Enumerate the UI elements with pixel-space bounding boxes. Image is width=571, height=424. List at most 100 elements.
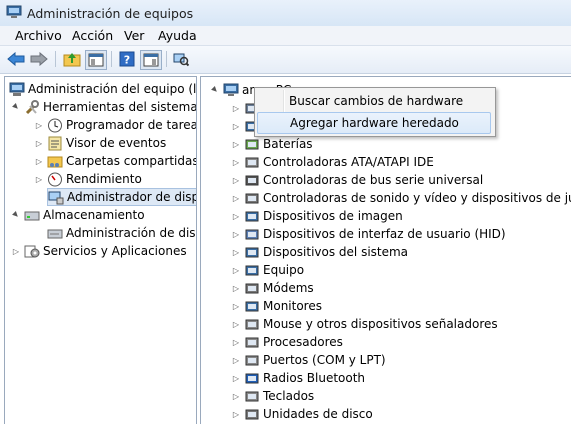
device-manager-icon (48, 191, 64, 204)
device-category-label: Controladoras de sonido y vídeo y dispos… (263, 191, 571, 205)
menu-item-add-legacy-hardware[interactable]: Agregar hardware heredado (257, 112, 491, 134)
device-category-row[interactable]: ▷ Módems (231, 279, 314, 297)
expand-triangle-icon[interactable]: ▷ (231, 410, 241, 419)
device-category-row[interactable]: ▷ Controladoras de sonido y vídeo y dispo… (231, 189, 571, 207)
tree-item-computer-management[interactable]: Administración del equipo (loc (9, 80, 196, 98)
device-category-row[interactable]: ▷ Controladoras ATA/ATAPI IDE (231, 153, 434, 171)
keyboard-icon (245, 391, 259, 401)
menu-archivo[interactable]: Archivo (15, 28, 62, 43)
device-category-row[interactable]: ▷ Unidades de disco (231, 405, 373, 423)
tree-item-shared-folders[interactable]: ▷ Carpetas compartidas (34, 152, 196, 170)
tree-item-label: Administración de disco (66, 226, 197, 240)
tree-item-performance[interactable]: ▷ Rendimiento (34, 170, 142, 188)
tree-item-task-scheduler[interactable]: ▷ Programador de tareas (34, 116, 197, 134)
mouse-icon (245, 319, 259, 329)
expand-triangle-icon[interactable]: ▷ (34, 121, 44, 130)
up-folder-button[interactable] (62, 50, 82, 68)
expand-triangle-icon[interactable]: ▷ (231, 122, 241, 131)
device-category-row[interactable]: ▷ Controladoras de bus serie universal (231, 171, 483, 189)
device-category-row[interactable]: ▷ Mouse y otros dispositivos señaladores (231, 315, 498, 333)
modem-icon (245, 283, 259, 293)
expand-triangle-icon[interactable]: ▷ (231, 338, 241, 347)
tree-item-label: Almacenamiento (43, 208, 145, 222)
collapse-triangle-icon[interactable]: ▲ (209, 84, 222, 97)
expand-triangle-icon[interactable]: ▷ (231, 266, 241, 275)
expand-triangle-icon[interactable]: ▷ (231, 320, 241, 329)
device-category-row[interactable]: ▷ Dispositivos de imagen (231, 207, 403, 225)
tree-item-device-manager[interactable]: Administrador de dispo (47, 188, 197, 206)
expand-triangle-icon[interactable]: ▷ (231, 248, 241, 257)
menu-ver[interactable]: Ver (124, 28, 144, 43)
expand-triangle-icon[interactable]: ▷ (231, 284, 241, 293)
computer-management-icon (6, 5, 22, 18)
tree-item-disk-management[interactable]: Administración de disco (47, 224, 197, 242)
expand-triangle-icon[interactable]: ▷ (34, 157, 44, 166)
expand-triangle-icon[interactable]: ▷ (231, 140, 241, 149)
device-category-row[interactable]: ▷ Procesadores (231, 333, 343, 351)
menu-accion[interactable]: Acción (72, 28, 113, 43)
tree-item-services-applications[interactable]: ▷ Servicios y Aplicaciones (11, 242, 187, 260)
device-category-row[interactable]: ▷ Teclados (231, 387, 314, 405)
device-category-row[interactable]: ▷ Dispositivos del sistema (231, 243, 408, 261)
shared-folder-icon (47, 156, 63, 167)
expand-triangle-icon[interactable]: ▷ (34, 175, 44, 184)
expand-triangle-icon[interactable]: ▷ (231, 374, 241, 383)
menu-ayuda[interactable]: Ayuda (158, 28, 197, 43)
show-hide-console-tree-button[interactable] (85, 50, 107, 70)
expand-triangle-icon[interactable]: ▷ (11, 247, 21, 256)
device-category-label: Controladoras de bus serie universal (263, 173, 484, 187)
computer-icon (223, 83, 239, 96)
collapse-triangle-icon[interactable]: ▲ (10, 101, 23, 114)
tree-item-label: Administrador de dispo (67, 190, 197, 204)
system-devices-icon (245, 247, 259, 257)
tree-item-label: Programador de tareas (66, 118, 197, 132)
event-viewer-icon (48, 136, 62, 150)
expand-triangle-icon[interactable]: ▷ (231, 356, 241, 365)
device-category-label: Módems (263, 281, 314, 295)
device-category-row[interactable]: ▷ Radios Bluetooth (231, 369, 365, 387)
tree-item-label: Servicios y Aplicaciones (43, 244, 187, 258)
device-category-row[interactable]: ▷ Baterías (231, 135, 313, 153)
computer-management-icon (9, 82, 25, 96)
device-category-row[interactable]: ▷ Monitores (231, 297, 322, 315)
back-button[interactable] (6, 50, 26, 68)
device-category-label: Mouse y otros dispositivos señaladores (263, 317, 498, 331)
context-menu: Buscar cambios de hardware Agregar hardw… (254, 87, 496, 137)
tree-item-event-viewer[interactable]: ▷ Visor de eventos (34, 134, 166, 152)
help-icon: ? (119, 51, 135, 67)
tree-item-label: Rendimiento (66, 172, 142, 186)
title-bar: Administración de equipos (0, 0, 571, 27)
expand-triangle-icon[interactable]: ▷ (231, 158, 241, 167)
menu-item-label: Buscar cambios de hardware (289, 94, 464, 108)
sound-icon (245, 193, 259, 203)
device-category-row[interactable]: ▷ Puertos (COM y LPT) (231, 351, 386, 369)
expand-triangle-icon[interactable]: ▷ (231, 194, 241, 203)
tree-item-storage[interactable]: ▲ Almacenamiento (10, 206, 145, 224)
device-category-label: Radios Bluetooth (263, 371, 366, 385)
computer-icon (245, 265, 259, 275)
tree-item-label: Visor de eventos (66, 136, 167, 150)
expand-triangle-icon[interactable]: ▷ (231, 392, 241, 401)
help-button[interactable]: ? (117, 50, 137, 68)
forward-button[interactable] (29, 50, 49, 68)
show-hide-action-pane-button[interactable] (140, 50, 162, 70)
battery-icon (245, 139, 259, 149)
forward-arrow-icon (30, 52, 48, 66)
collapse-triangle-icon[interactable]: ▲ (10, 209, 23, 222)
expand-triangle-icon[interactable]: ▷ (231, 230, 241, 239)
device-category-row[interactable]: ▷ Equipo (231, 261, 304, 279)
expand-triangle-icon[interactable]: ▷ (231, 212, 241, 221)
device-category-row[interactable]: ▷ Dispositivos de interfaz de usuario (HI… (231, 225, 506, 243)
menu-item-scan-hardware-changes[interactable]: Buscar cambios de hardware (257, 91, 491, 111)
device-category-label: Controladoras ATA/ATAPI IDE (263, 155, 434, 169)
tree-item-system-tools[interactable]: ▲ Herramientas del sistema (10, 98, 196, 116)
device-category-label: Unidades de disco (263, 407, 373, 421)
expand-triangle-icon[interactable]: ▷ (231, 302, 241, 311)
expand-triangle-icon[interactable]: ▷ (231, 104, 241, 113)
scan-hardware-button[interactable] (171, 50, 191, 68)
expand-triangle-icon[interactable]: ▷ (34, 139, 44, 148)
device-category-label: Equipo (263, 263, 305, 277)
expand-triangle-icon[interactable]: ▷ (231, 176, 241, 185)
bluetooth-icon (245, 373, 259, 383)
performance-icon (48, 172, 62, 186)
